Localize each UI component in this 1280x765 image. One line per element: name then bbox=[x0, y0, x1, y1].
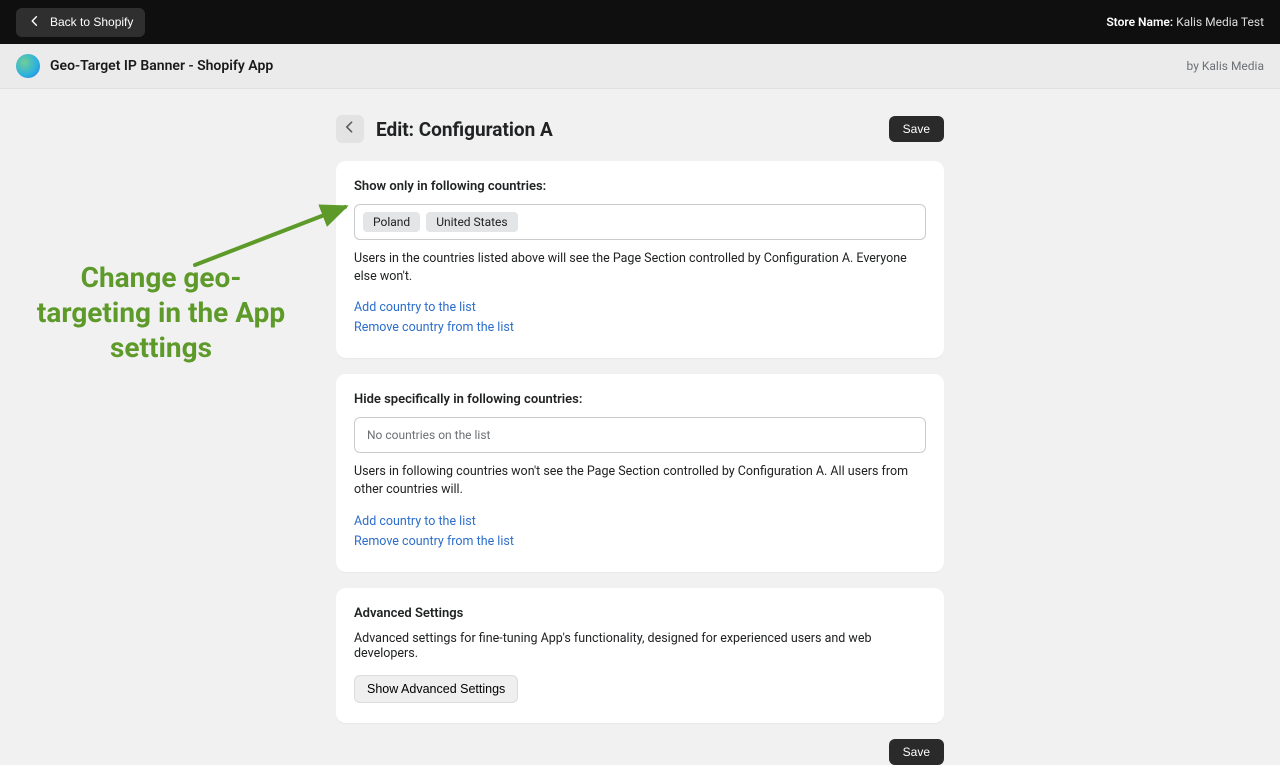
back-to-shopify-button[interactable]: Back to Shopify bbox=[16, 8, 145, 37]
store-name-label: Store Name: bbox=[1106, 15, 1173, 29]
country-tag[interactable]: Poland bbox=[363, 212, 420, 232]
save-button[interactable]: Save bbox=[889, 116, 944, 142]
hide-countries-label: Hide specifically in following countries… bbox=[354, 392, 926, 407]
hide-countries-help: Users in following countries won't see t… bbox=[354, 463, 926, 499]
annotation-text: Change geo-targeting in the App settings bbox=[36, 260, 286, 365]
store-info: Store Name: Kalis Media Test bbox=[1106, 15, 1264, 29]
hide-countries-field[interactable]: No countries on the list bbox=[354, 417, 926, 453]
app-title: Geo-Target IP Banner - Shopify App bbox=[50, 58, 273, 74]
page-back-button[interactable] bbox=[336, 115, 364, 143]
page-title: Edit: Configuration A bbox=[376, 118, 553, 141]
app-header: Geo-Target IP Banner - Shopify App by Ka… bbox=[0, 44, 1280, 89]
show-countries-help: Users in the countries listed above will… bbox=[354, 250, 926, 286]
hide-empty-text: No countries on the list bbox=[363, 426, 494, 444]
remove-country-link[interactable]: Remove country from the list bbox=[354, 318, 926, 338]
add-country-link[interactable]: Add country to the list bbox=[354, 298, 926, 318]
store-name-value: Kalis Media Test bbox=[1176, 15, 1264, 29]
show-countries-label: Show only in following countries: bbox=[354, 179, 926, 194]
remove-country-link[interactable]: Remove country from the list bbox=[354, 532, 926, 552]
show-advanced-button[interactable]: Show Advanced Settings bbox=[354, 675, 518, 703]
globe-icon bbox=[16, 54, 40, 78]
back-to-shopify-label: Back to Shopify bbox=[50, 15, 133, 29]
app-byline: by Kalis Media bbox=[1187, 59, 1264, 73]
arrow-left-icon bbox=[342, 119, 358, 139]
country-tag[interactable]: United States bbox=[426, 212, 517, 232]
advanced-settings-label: Advanced Settings bbox=[354, 606, 926, 621]
shopify-topbar: Back to Shopify Store Name: Kalis Media … bbox=[0, 0, 1280, 44]
bottom-save-row: Save bbox=[336, 739, 944, 765]
main-content: Edit: Configuration A Save Show only in … bbox=[336, 115, 944, 765]
arrow-left-icon bbox=[28, 14, 42, 31]
advanced-settings-card: Advanced Settings Advanced settings for … bbox=[336, 588, 944, 723]
show-countries-field[interactable]: Poland United States bbox=[354, 204, 926, 240]
add-country-link[interactable]: Add country to the list bbox=[354, 512, 926, 532]
page-head: Edit: Configuration A Save bbox=[336, 115, 944, 143]
hide-countries-card: Hide specifically in following countries… bbox=[336, 374, 944, 571]
save-button-bottom[interactable]: Save bbox=[889, 739, 944, 765]
advanced-settings-desc: Advanced settings for fine-tuning App's … bbox=[354, 631, 926, 661]
show-countries-card: Show only in following countries: Poland… bbox=[336, 161, 944, 358]
